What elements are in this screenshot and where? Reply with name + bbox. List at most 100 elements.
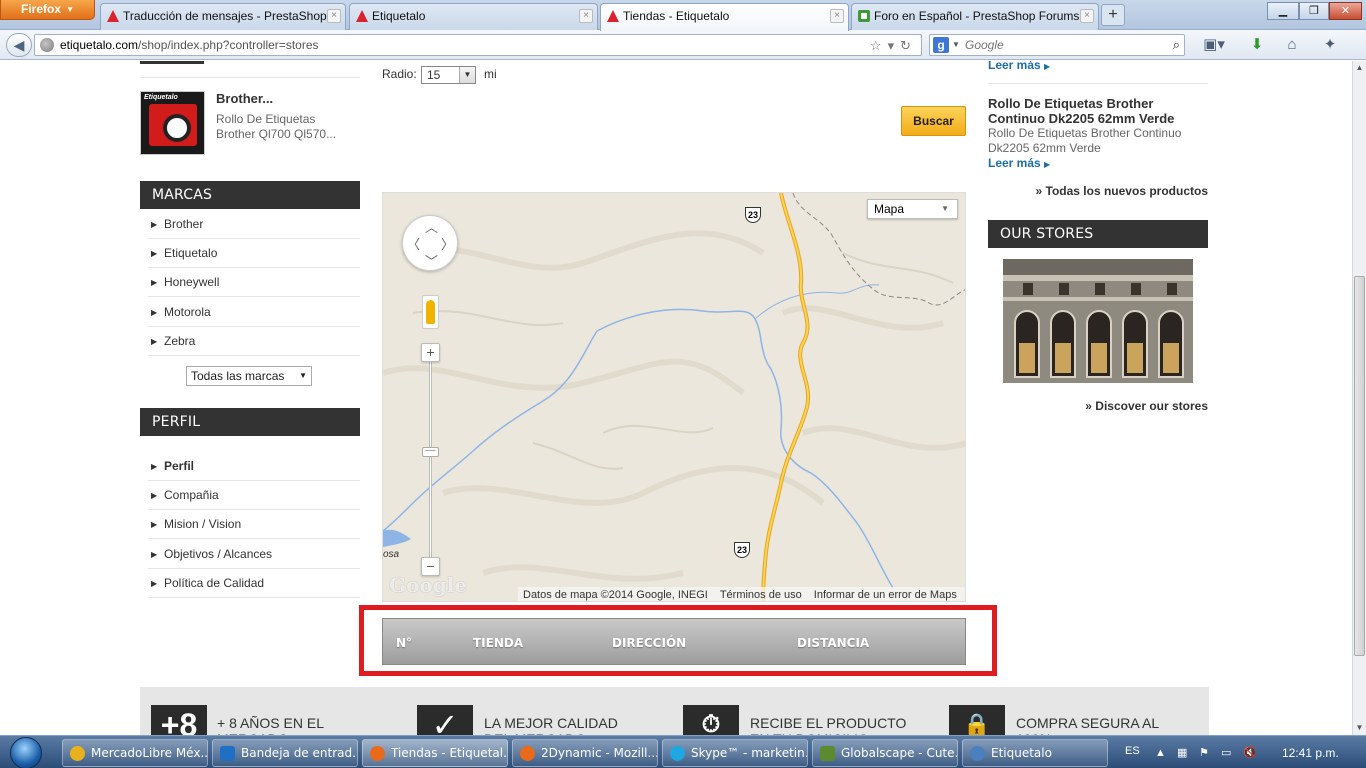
maximize-button[interactable]: ❐ xyxy=(1299,2,1329,20)
search-icon[interactable]: ⌕ xyxy=(1173,35,1180,55)
tab-foro[interactable]: Foro en Español - PrestaShop Forums × xyxy=(851,3,1099,30)
map-terms-link[interactable]: Términos de uso xyxy=(720,589,802,601)
taskbar-label: Etiquetalo xyxy=(991,746,1052,760)
close-icon[interactable]: × xyxy=(1080,9,1094,23)
start-button[interactable] xyxy=(4,736,52,768)
taskbar-item-mercadolibre[interactable]: MercadoLibre Méx... xyxy=(62,739,208,767)
pan-left-icon[interactable]: 〈 xyxy=(407,234,420,253)
brand-label: Etiquetalo xyxy=(164,246,218,260)
column-address: DIRECCIÓN xyxy=(612,636,687,650)
scrollbar-thumb[interactable] xyxy=(1354,276,1365,656)
bookmark-star-icon[interactable]: ☆ xyxy=(870,38,888,53)
brand-label: Zebra xyxy=(164,334,196,348)
network-icon[interactable]: ▭ xyxy=(1221,747,1233,759)
reload-icon[interactable]: ↻ xyxy=(900,38,917,53)
close-window-button[interactable]: ✕ xyxy=(1329,2,1362,20)
radius-value: 15 xyxy=(427,68,441,82)
store-facade-image xyxy=(1003,259,1193,383)
close-icon[interactable]: × xyxy=(830,9,844,23)
map-report-link[interactable]: Informar de un error de Maps xyxy=(814,589,957,601)
tab-etiquetalo[interactable]: Etiquetalo × xyxy=(349,3,598,30)
radius-select[interactable]: 15 ▼ xyxy=(421,66,476,84)
show-hidden-icons-icon[interactable]: ▲ xyxy=(1155,747,1167,759)
language-indicator[interactable]: ES xyxy=(1125,745,1140,757)
tab-title: Foro en Español - PrestaShop Forums xyxy=(874,9,1080,23)
all-new-products-link[interactable]: » Todas los nuevos productos xyxy=(1036,184,1208,198)
search-button[interactable]: Buscar xyxy=(901,106,966,136)
tab-tiendas[interactable]: Tiendas - Etiquetalo × xyxy=(600,3,849,31)
pan-control[interactable]: ︿ ﹀ 〈 〉 xyxy=(402,215,458,271)
product-title[interactable]: Brother... xyxy=(216,91,273,106)
map-place-label: osa xyxy=(383,549,400,560)
vertical-scrollbar[interactable]: ▲ ▼ xyxy=(1352,61,1366,735)
scroll-down-arrow-icon[interactable]: ▼ xyxy=(1353,721,1366,735)
taskbar-item-outlook[interactable]: Bandeja de entrad... xyxy=(212,739,358,767)
web-page: Etiquetalo Brother... Rollo De Etiquetas… xyxy=(0,61,1352,735)
profile-item-calidad[interactable]: ▶ Política de Calidad xyxy=(148,569,360,598)
volume-muted-icon[interactable]: 🔇 xyxy=(1243,747,1257,759)
feature-text: RECIBE EL PRODUCTO EN TU DOMICILIO xyxy=(750,715,907,735)
taskbar-label: Bandeja de entrad... xyxy=(241,746,358,760)
profile-item-objetivos[interactable]: ▶ Objetivos / Alcances xyxy=(148,540,360,569)
brands-select-value: Todas las marcas xyxy=(191,369,285,383)
zoom-slider-track[interactable] xyxy=(429,351,432,567)
tab-traduccion[interactable]: Traducción de mensajes - PrestaShop™ × xyxy=(100,3,346,30)
taskbar-item-skype[interactable]: Skype™ - marketin... xyxy=(662,739,808,767)
read-more-link[interactable]: Leer más ▶ xyxy=(988,156,1050,170)
search-input[interactable]: g ▼ Google ⌕ xyxy=(929,34,1185,56)
close-icon[interactable]: × xyxy=(579,9,593,23)
windows-logo-icon xyxy=(10,737,42,768)
google-engine-icon[interactable]: g xyxy=(933,37,949,53)
url-bar[interactable]: etiquetalo.com/shop/index.php?controller… xyxy=(34,34,922,56)
triangle-right-icon: ▶ xyxy=(151,462,158,471)
map-type-select[interactable]: Mapa ▼ xyxy=(867,199,958,219)
product-thumbnail[interactable]: Etiquetalo xyxy=(140,91,205,155)
brand-item-honeywell[interactable]: ▶ Honeywell xyxy=(148,268,360,297)
discover-stores-link[interactable]: » Discover our stores xyxy=(1085,399,1208,413)
map-type-value: Mapa xyxy=(874,202,905,216)
new-tab-button[interactable]: + xyxy=(1101,4,1125,26)
firefox-menu-button[interactable]: Firefox ▼ xyxy=(0,0,95,20)
taskbar-label: Tiendas - Etiquetal... xyxy=(391,746,508,760)
clock[interactable]: 12:41 p.m. xyxy=(1282,746,1339,760)
addon-icon[interactable]: ✦ xyxy=(1318,35,1342,55)
zoom-slider-handle[interactable]: — xyxy=(422,446,439,457)
history-dropdown-icon[interactable]: ▾ xyxy=(888,38,901,53)
zoom-in-button[interactable]: + xyxy=(421,343,440,362)
firefox-menu-label: Firefox xyxy=(21,2,62,16)
store-map[interactable]: Mapa ▼ ︿ ﹀ 〈 〉 + — − 23 23 osa Google Dat… xyxy=(382,192,966,602)
outlook-icon xyxy=(220,746,235,761)
store-photo[interactable] xyxy=(1003,259,1193,383)
download-arrow-icon[interactable]: ⬇ xyxy=(1247,35,1267,55)
pan-down-icon[interactable]: ﹀ xyxy=(425,251,438,270)
back-arrow-icon[interactable]: ◀ xyxy=(6,33,32,57)
search-placeholder: Google xyxy=(965,38,1004,52)
device-icon[interactable]: ▦ xyxy=(1177,747,1189,759)
brand-item-etiquetalo[interactable]: ▶ Etiquetalo xyxy=(148,239,360,268)
home-icon[interactable]: ⌂ xyxy=(1281,35,1303,55)
pan-up-icon[interactable]: ︿ xyxy=(425,217,438,236)
flag-icon[interactable]: ⚑ xyxy=(1199,747,1211,759)
taskbar-item-tiendas[interactable]: Tiendas - Etiquetal... xyxy=(362,739,508,767)
brands-select[interactable]: Todas las marcas ▼ xyxy=(186,366,312,386)
brand-item-zebra[interactable]: ▶ Zebra xyxy=(148,327,360,356)
brand-item-brother[interactable]: ▶ Brother xyxy=(148,210,360,239)
close-icon[interactable]: × xyxy=(327,9,341,23)
taskbar-item-etiquetalo[interactable]: Etiquetalo xyxy=(962,739,1108,767)
street-view-pegman-icon[interactable] xyxy=(422,295,439,329)
product-description: Rollo De Etiquetas Brother Ql700 Ql570..… xyxy=(216,112,337,141)
bookmarks-menu-icon[interactable]: ▣▾ xyxy=(1199,35,1229,55)
profile-item-compania[interactable]: ▶ Compañia xyxy=(148,481,360,510)
read-more-link[interactable]: Leer más ▶ xyxy=(988,61,1050,72)
pan-right-icon[interactable]: 〉 xyxy=(441,234,454,253)
scroll-up-arrow-icon[interactable]: ▲ xyxy=(1353,61,1366,75)
system-tray: ES ▲ ▦ ⚑ ▭ 🔇 12:41 p.m. xyxy=(1115,736,1366,768)
minimize-button[interactable]: ▁ xyxy=(1267,2,1299,20)
new-product-title[interactable]: Rollo De Etiquetas Brother Continuo Dk22… xyxy=(988,96,1208,126)
profile-item-mision[interactable]: ▶ Mision / Vision xyxy=(148,510,360,539)
taskbar-item-cuteftp[interactable]: Globalscape - Cute... xyxy=(812,739,958,767)
triangle-right-icon: ▶ xyxy=(151,550,158,559)
profile-item-perfil[interactable]: ▶ Perfil xyxy=(148,452,360,481)
brand-item-motorola[interactable]: ▶ Motorola xyxy=(148,298,360,327)
taskbar-item-2dynamic[interactable]: 2Dynamic - Mozill... xyxy=(512,739,658,767)
